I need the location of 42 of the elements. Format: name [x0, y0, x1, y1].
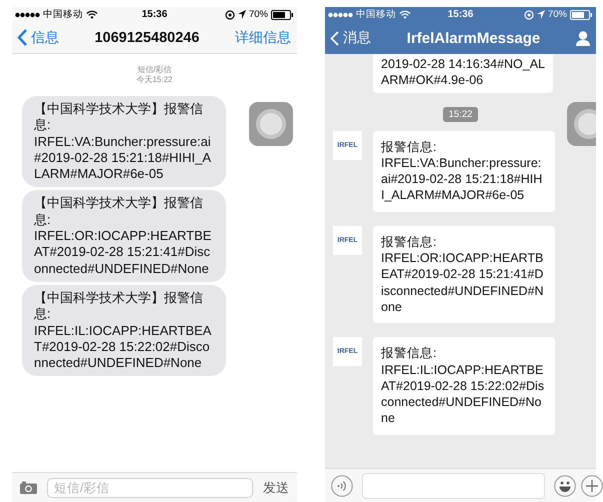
signal-icon [328, 12, 353, 18]
person-icon[interactable] [576, 30, 590, 46]
nav-title: 1069125480246 [94, 30, 200, 46]
battery-icon [270, 10, 294, 20]
location-arrow-icon [238, 10, 246, 19]
message-bubble: 【中国科学技术大学】报警信息: IRFEL:OR:IOCAPP:HEARTBEAT#2019-02-28 15:21:41#Disconnected#UNDEFINED#None [22, 190, 226, 282]
carrier-name: 中国移动 [356, 8, 396, 21]
details-button[interactable]: 详细信息 [235, 28, 291, 46]
message-field[interactable] [362, 472, 545, 498]
status-time: 15:36 [448, 9, 474, 20]
battery-icon [570, 10, 593, 20]
lock-rotation-icon [524, 10, 534, 20]
wifi-icon [86, 10, 98, 19]
time-label: 15:22 [442, 106, 478, 122]
message-type-label: 短信/彩信 [137, 65, 172, 75]
signal-icon [15, 12, 40, 18]
status-time: 15:36 [142, 9, 168, 20]
message-bubble: 报警信息: IRFEL:IL:IOCAPP:HEARTBEAT#2019-02-28 15:22:02#Disconnected#UNDEFINED#None [373, 337, 555, 435]
plus-icon[interactable] [581, 474, 603, 496]
location-arrow-icon [536, 10, 545, 19]
battery-percent: 70% [248, 9, 268, 20]
battery-percent: 70% [548, 9, 567, 20]
emoji-icon[interactable] [554, 474, 576, 496]
back-button[interactable]: 消息 [330, 29, 371, 47]
message-bubble: 【中国科学技术大学】报警信息: IRFEL:IL:IOCAPP:HEARTBEAT#2019-02-28 15:22:02#Disconnected#UNDEFINED#None [22, 284, 226, 376]
lock-rotation-icon [224, 10, 235, 20]
message-bubble: 2019-02-28 14:16:34#NO_ALARM#OK#4.9e-06 [373, 54, 553, 93]
message-bubble: 【中国科学技术大学】报警信息: IRFEL:VA:Buncher:pressure:ai#2019-02-28 15:21:18#HIHI_ALARM#MAJOR#6e-05 [22, 96, 226, 188]
wifi-icon [399, 10, 411, 19]
nav-title: IrfelAlarmMessage [406, 30, 540, 46]
message-timestamp: 今天15:22 [136, 75, 173, 85]
camera-icon[interactable] [20, 481, 37, 494]
chevron-left-icon [330, 30, 339, 46]
back-button[interactable]: 信息 [17, 28, 59, 46]
message-bubble: 报警信息: IRFEL:OR:IOCAPP:HEARTBEAT#2019-02-28 15:21:41#Disconnected#UNDEFINED#None [373, 226, 555, 324]
assistive-touch-button[interactable] [249, 102, 293, 146]
chevron-left-icon [17, 29, 27, 46]
carrier-name: 中国移动 [43, 8, 83, 21]
message-bubble: 报警信息: IRFEL:VA:Buncher:pressure:ai#2019-02-28 15:21:18#HIHI_ALARM#MAJOR#6e-05 [373, 130, 555, 212]
send-button[interactable]: 发送 [263, 478, 289, 496]
voice-icon[interactable] [331, 474, 353, 496]
message-field[interactable]: 短信/彩信 [47, 478, 253, 498]
